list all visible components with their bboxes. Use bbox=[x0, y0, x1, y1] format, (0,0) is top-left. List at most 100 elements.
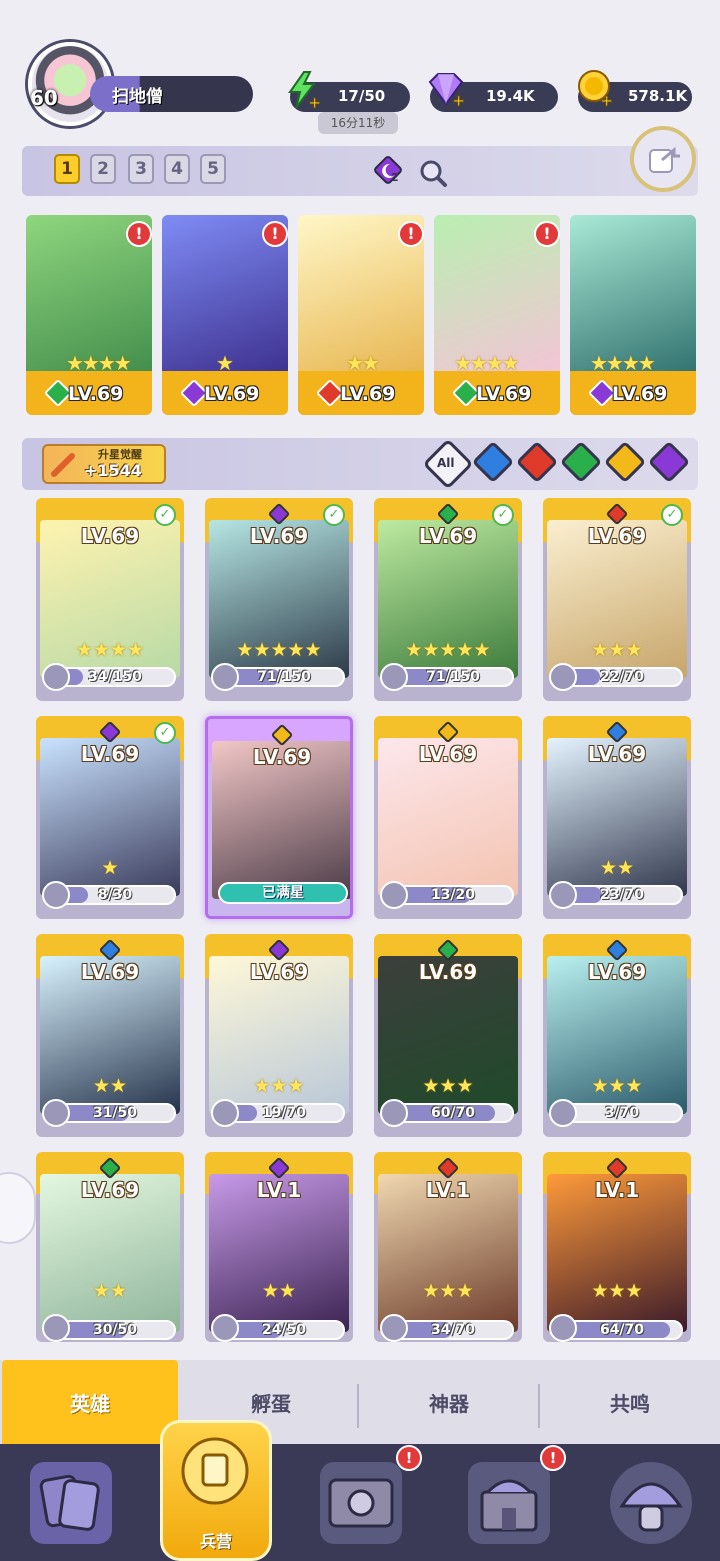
shard-progress: 31/50 bbox=[54, 1103, 176, 1123]
cards-icon[interactable] bbox=[30, 1462, 112, 1544]
shop-building-icon[interactable] bbox=[468, 1462, 550, 1544]
hero-card-3[interactable]: ✓ LV.69 ★★★★★ 71/150 bbox=[374, 498, 522, 701]
hero-card-7[interactable]: LV.69 13/20 bbox=[374, 716, 522, 919]
team-member-card-5[interactable]: ★★★★ LV.69 bbox=[570, 215, 696, 415]
shard-progress: 3/70 bbox=[561, 1103, 683, 1123]
hero-level: LV.69 bbox=[80, 524, 140, 548]
share-button[interactable] bbox=[630, 126, 696, 192]
alert-badge: ! bbox=[126, 221, 152, 247]
shard-icon bbox=[380, 663, 408, 691]
shard-icon bbox=[549, 881, 577, 909]
hero-stars: ★★★ bbox=[253, 1075, 305, 1097]
shard-icon bbox=[42, 663, 70, 691]
shard-progress: 34/70 bbox=[392, 1320, 514, 1340]
svg-text:+: + bbox=[308, 93, 320, 110]
team-member-card-1[interactable]: ! ★★★★ LV.69 bbox=[26, 215, 152, 415]
hero-card-11[interactable]: LV.69 ★★★ 60/70 bbox=[374, 934, 522, 1137]
map-icon[interactable] bbox=[320, 1462, 402, 1544]
shard-progress: 71/150 bbox=[223, 667, 345, 687]
check-icon: ✓ bbox=[323, 504, 345, 526]
search-icon[interactable] bbox=[418, 158, 448, 188]
shard-progress: 64/70 bbox=[561, 1320, 683, 1340]
hero-level: LV.69 bbox=[418, 742, 478, 766]
team-member-card-4[interactable]: ! ★★★★ LV.69 bbox=[434, 215, 560, 415]
hero-level: LV.69 bbox=[252, 745, 312, 769]
awaken-value: +1544 bbox=[84, 461, 142, 480]
gem-icon: + bbox=[424, 72, 466, 111]
hero-level: LV.69 bbox=[80, 742, 140, 766]
team-slot-3[interactable]: 3 bbox=[128, 154, 154, 184]
hero-stars: ★★ bbox=[261, 1280, 297, 1302]
check-icon: ✓ bbox=[492, 504, 514, 526]
team-member-card-2[interactable]: ! ★ LV.69 bbox=[162, 215, 288, 415]
shard-progress: 34/150 bbox=[54, 667, 176, 687]
hero-card-8[interactable]: LV.69 ★★ 23/70 bbox=[543, 716, 691, 919]
hero-stars: ★★★ bbox=[422, 1280, 474, 1302]
svg-text:+: + bbox=[452, 91, 464, 108]
tab-resonance[interactable]: 共鸣 bbox=[540, 1360, 720, 1444]
hero-card-9[interactable]: LV.69 ★★ 31/50 bbox=[36, 934, 184, 1137]
player-name: 扫地僧 bbox=[112, 87, 163, 107]
team-member-card-3[interactable]: ! ★★ LV.69 bbox=[298, 215, 424, 415]
team-slot-2[interactable]: 2 bbox=[90, 154, 116, 184]
hero-level: LV.69 bbox=[68, 383, 124, 405]
check-icon: ✓ bbox=[154, 722, 176, 744]
hero-level: LV.69 bbox=[612, 383, 668, 405]
shard-icon bbox=[42, 1314, 70, 1342]
floating-helper-avatar[interactable] bbox=[0, 1172, 36, 1244]
shard-icon bbox=[380, 881, 408, 909]
energy-icon: + bbox=[284, 70, 322, 113]
team-slot-5[interactable]: 5 bbox=[200, 154, 226, 184]
hero-card-14[interactable]: LV.1 ★★ 24/50 bbox=[205, 1152, 353, 1342]
gold-coin-icon: + bbox=[576, 68, 616, 111]
team-slot-4[interactable]: 4 bbox=[164, 154, 190, 184]
hero-level: LV.69 bbox=[418, 960, 478, 984]
shard-icon bbox=[211, 1314, 239, 1342]
hero-card-15[interactable]: LV.1 ★★★ 34/70 bbox=[374, 1152, 522, 1342]
hero-stars: ★★★ bbox=[422, 1075, 474, 1097]
shard-progress: 60/70 bbox=[392, 1103, 514, 1123]
tab-heroes[interactable]: 英雄 bbox=[2, 1360, 178, 1444]
hero-card-4[interactable]: ✓ LV.69 ★★★ 22/70 bbox=[543, 498, 691, 701]
hero-stars: ★ bbox=[101, 857, 119, 879]
hero-card-12[interactable]: LV.69 ★★★ 3/70 bbox=[543, 934, 691, 1137]
hero-level: LV.69 bbox=[80, 960, 140, 984]
hero-card-16[interactable]: LV.1 ★★★ 64/70 bbox=[543, 1152, 691, 1342]
hero-level: LV.69 bbox=[587, 524, 647, 548]
hero-level: LV.69 bbox=[249, 524, 309, 548]
shard-icon bbox=[549, 1314, 577, 1342]
hero-level: LV.1 bbox=[256, 1178, 302, 1202]
shard-icon bbox=[380, 1314, 408, 1342]
dark-element-team-icon[interactable] bbox=[372, 156, 406, 188]
energy-timer: 16分11秒 bbox=[318, 112, 398, 134]
check-icon: ✓ bbox=[661, 504, 683, 526]
hero-stars: ★★ bbox=[92, 1280, 128, 1302]
hero-level: LV.69 bbox=[249, 960, 309, 984]
max-star-badge: 已满星 bbox=[218, 882, 348, 904]
hero-card-10[interactable]: LV.69 ★★★ 19/70 bbox=[205, 934, 353, 1137]
hero-card-6[interactable]: LV.69 已满星 bbox=[205, 716, 353, 919]
check-icon: ✓ bbox=[154, 504, 176, 526]
hero-stars: ★★★ bbox=[591, 1075, 643, 1097]
hero-level: LV.69 bbox=[476, 383, 532, 405]
hero-card-5[interactable]: ✓ LV.69 ★ 8/30 bbox=[36, 716, 184, 919]
shop-alert-badge: ! bbox=[540, 1445, 566, 1471]
hero-card-13[interactable]: LV.69 ★★ 30/50 bbox=[36, 1152, 184, 1342]
mushroom-icon[interactable] bbox=[610, 1462, 692, 1544]
hero-stars: ★★★ bbox=[591, 639, 643, 661]
energy-value: 17/50 bbox=[338, 87, 386, 105]
shard-progress: 24/50 bbox=[223, 1320, 345, 1340]
hero-level: LV.1 bbox=[425, 1178, 471, 1202]
share-arrow-icon bbox=[649, 146, 680, 173]
shard-progress: 23/70 bbox=[561, 885, 683, 905]
tab-separator bbox=[357, 1384, 359, 1428]
hero-card-2[interactable]: ✓ LV.69 ★★★★★ 71/150 bbox=[205, 498, 353, 701]
tab-artifacts[interactable]: 神器 bbox=[360, 1360, 538, 1444]
shard-icon bbox=[549, 1099, 577, 1127]
shard-icon bbox=[42, 1099, 70, 1127]
camp-icon bbox=[181, 1437, 249, 1505]
hero-card-1[interactable]: ✓ LV.69 ★★★★ 34/150 bbox=[36, 498, 184, 701]
team-selector-bar bbox=[22, 146, 698, 196]
alert-badge: ! bbox=[398, 221, 424, 247]
team-slot-1[interactable]: 1 bbox=[54, 154, 80, 184]
